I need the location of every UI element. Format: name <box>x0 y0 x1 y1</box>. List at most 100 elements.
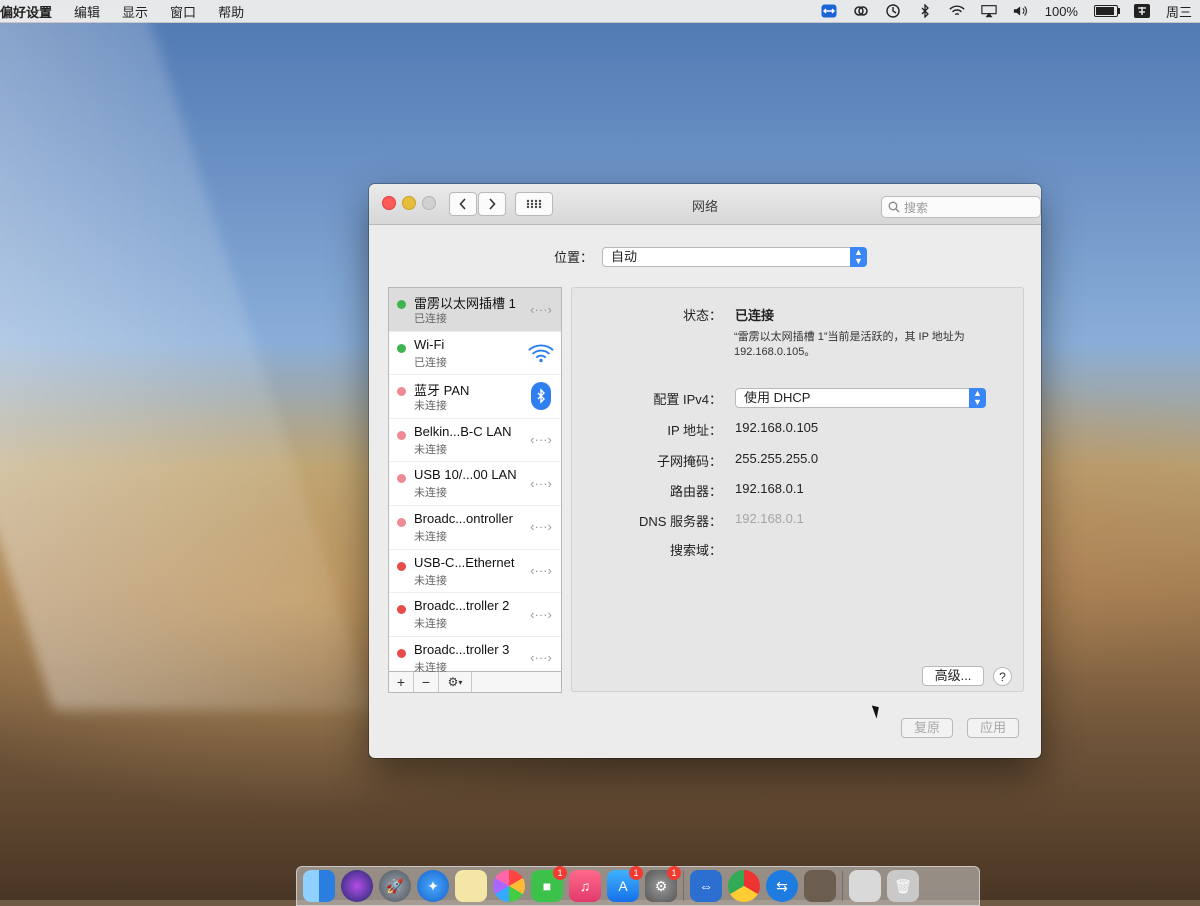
chevron-down-icon: ▾ <box>458 677 463 687</box>
ethernet-icon: ‹···› <box>530 650 552 666</box>
location-popup[interactable]: 自动 ▲ ▼ <box>602 247 867 267</box>
search-domain-label: 搜索域： <box>669 543 722 558</box>
menu-edit[interactable]: 编辑 <box>63 2 111 21</box>
service-name: Broadc...troller 2 <box>414 598 510 614</box>
gear-icon: ⚙ <box>447 675 459 689</box>
menu-bar: 偏好设置 编辑 显示 窗口 帮助 100% 周三 <box>0 0 1200 23</box>
apply-button[interactable]: 应用 <box>967 718 1019 738</box>
revert-button[interactable]: 复原 <box>901 718 953 738</box>
service-name: Wi-Fi <box>414 336 445 352</box>
chevron-updown-icon: ▲ ▼ <box>850 247 867 267</box>
siri-icon[interactable] <box>341 870 373 902</box>
status-dot <box>397 561 406 571</box>
ipv4-label: 配置 IPv4： <box>653 392 722 407</box>
dns-server-value: 192.168.0.1 <box>735 511 804 526</box>
volume-icon[interactable] <box>1013 4 1029 18</box>
status-label: 状态： <box>682 308 722 323</box>
remote-app-icon[interactable]: ⇆ <box>766 870 798 902</box>
notes-icon[interactable] <box>455 870 487 902</box>
status-value: 已连接 <box>735 308 775 323</box>
network-preferences-window: 网络 搜索 位置： 自动 ▲ ▼ 雷雳以太网插槽 1 已连接 ‹···› Wi-F… <box>369 184 1041 758</box>
menu-app[interactable]: 偏好设置 <box>0 2 63 21</box>
service-name: USB-C...Ethernet <box>414 554 515 570</box>
service-item-usb-lan[interactable]: USB 10/...00 LAN 未连接 ‹···› <box>389 462 561 506</box>
facetime-icon[interactable]: ■ 1 <box>531 866 567 902</box>
wifi-icon <box>527 340 555 366</box>
status-dot <box>397 387 406 397</box>
battery-percent[interactable]: 100% <box>1045 4 1078 19</box>
service-item-broadcom-controller-2[interactable]: Broadc...troller 2 未连接 ‹···› <box>389 593 561 637</box>
ethernet-icon: ‹···› <box>530 606 552 622</box>
photos-icon[interactable] <box>493 870 525 902</box>
status-dot <box>397 430 406 440</box>
service-name: USB 10/...00 LAN <box>414 467 517 483</box>
subnet-mask-label: 子网掩码： <box>656 454 722 469</box>
system-preferences-icon[interactable]: ⚙ 1 <box>645 866 681 902</box>
router-value: 192.168.0.1 <box>735 481 804 496</box>
ip-address-label: IP 地址： <box>667 423 722 438</box>
search-icon <box>888 201 900 213</box>
search-field[interactable]: 搜索 <box>881 196 1041 218</box>
input-source-icon[interactable] <box>1133 4 1150 18</box>
clock[interactable]: 周三 <box>1166 2 1192 21</box>
ipv4-config-popup[interactable]: 使用 DHCP ▲ ▼ <box>735 388 986 408</box>
service-name: Broadc...troller 3 <box>414 641 510 657</box>
service-item-bluetooth-pan[interactable]: 蓝牙 PAN 未连接 <box>389 375 561 419</box>
battery-fill <box>1095 7 1114 15</box>
title-bar: 网络 搜索 <box>369 184 1041 225</box>
service-item-thunderbolt-ethernet[interactable]: 雷雳以太网插槽 1 已连接 ‹···› <box>389 288 561 332</box>
safari-icon[interactable]: ✦ <box>417 870 449 902</box>
app-store-icon[interactable]: A1 <box>607 866 643 902</box>
remove-service-button[interactable]: − <box>414 672 439 692</box>
help-button[interactable]: ? <box>993 667 1012 686</box>
menu-help[interactable]: 帮助 <box>207 2 255 21</box>
app-store-badge: 1 <box>629 866 643 880</box>
status-dot <box>397 474 406 484</box>
service-state: 未连接 <box>414 443 447 456</box>
service-state: 未连接 <box>414 530 447 543</box>
location-label: 位置： <box>554 250 594 265</box>
itunes-icon[interactable]: ♫ <box>569 870 601 902</box>
service-name: Broadc...ontroller <box>414 510 513 526</box>
dock-divider <box>842 871 843 901</box>
search-placeholder: 搜索 <box>904 200 929 215</box>
dock-divider <box>683 871 684 901</box>
time-machine-icon[interactable] <box>885 4 901 18</box>
status-dot <box>397 343 406 353</box>
finder-icon[interactable] <box>303 870 335 902</box>
bluetooth-status-icon[interactable] <box>917 4 933 18</box>
automator-icon[interactable] <box>804 870 836 902</box>
chrome-icon[interactable] <box>728 870 760 902</box>
service-item-broadcom-controller[interactable]: Broadc...ontroller 未连接 ‹···› <box>389 506 561 550</box>
menu-window[interactable]: 窗口 <box>159 2 207 21</box>
service-state: 已连接 <box>414 313 447 325</box>
gear-menu-button[interactable]: ⚙ ▾ <box>439 672 472 692</box>
service-list[interactable]: 雷雳以太网插槽 1 已连接 ‹···› Wi-Fi 已连接 蓝牙 PAN 未连接… <box>388 287 562 674</box>
teamviewer-icon[interactable] <box>821 4 837 18</box>
downloads-stack-icon[interactable] <box>849 870 881 902</box>
status-dot <box>397 300 406 309</box>
facetime-badge: 1 <box>553 866 567 880</box>
service-item-usb-c-ethernet[interactable]: USB-C...Ethernet 未连接 ‹···› <box>389 550 561 594</box>
trash-icon[interactable]: 🗑 <box>887 870 919 902</box>
service-item-belkin-lan[interactable]: Belkin...B-C LAN 未连接 ‹···› <box>389 419 561 463</box>
bluetooth-icon <box>527 382 555 411</box>
chevron-updown-icon: ▲ ▼ <box>969 388 986 408</box>
creative-cloud-icon[interactable] <box>853 4 869 18</box>
ipv4-value: 使用 DHCP <box>744 390 811 405</box>
add-service-button[interactable]: + <box>389 672 414 692</box>
airplay-icon[interactable] <box>981 4 997 18</box>
wifi-status-icon[interactable] <box>949 4 965 18</box>
launchpad-icon[interactable]: 🚀 <box>379 870 411 902</box>
system-preferences-badge: 1 <box>667 866 681 880</box>
router-label: 路由器： <box>669 484 722 499</box>
status-note: “雷雳以太网插槽 1”当前是活跃的，其 IP 地址为 192.168.0.105… <box>734 331 965 358</box>
dns-server-label: DNS 服务器： <box>638 514 722 529</box>
ethernet-icon: ‹···› <box>530 432 552 448</box>
status-menus: 100% 周三 <box>821 2 1200 21</box>
menu-view[interactable]: 显示 <box>111 2 159 21</box>
battery-icon[interactable] <box>1093 5 1120 17</box>
teamviewer-dock-icon[interactable]: ⇔ <box>690 870 722 902</box>
advanced-button[interactable]: 高级... <box>922 666 984 686</box>
service-item-wifi[interactable]: Wi-Fi 已连接 <box>389 332 561 376</box>
